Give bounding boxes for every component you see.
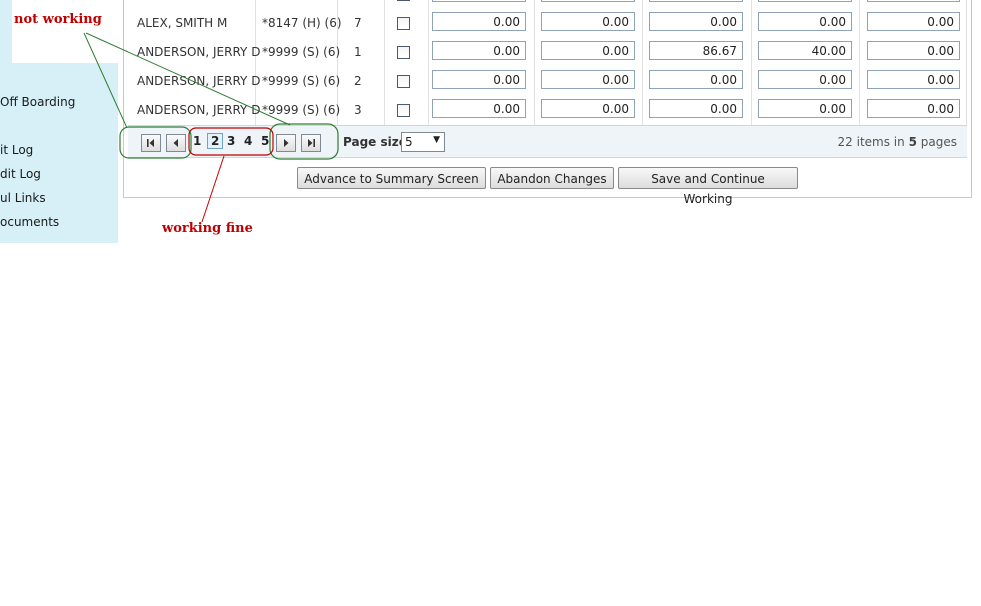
pager-info: 22 items in 5 pages	[838, 135, 957, 149]
amount-field[interactable]	[867, 0, 960, 2]
sequence-number: 1	[354, 45, 362, 59]
amount-field[interactable]: 86.67	[649, 41, 743, 60]
last-page-icon	[308, 139, 315, 147]
page-size-select[interactable]: 5 ▼	[401, 132, 445, 152]
table-row: ANDERSON, JERRY D *9999 (S) (6) 3 0.00 0…	[128, 96, 967, 125]
amount-field[interactable]: 0.00	[432, 99, 526, 118]
employee-name: ANDERSON, JERRY D	[137, 45, 261, 59]
next-page-button[interactable]	[276, 134, 296, 152]
last-page-button[interactable]	[301, 134, 321, 152]
sidebar-item-off-boarding[interactable]: Off Boarding	[0, 95, 75, 109]
row-checkbox[interactable]	[397, 75, 410, 88]
amount-field[interactable]	[649, 0, 743, 2]
sidebar-item-edit-log[interactable]: it Log	[0, 143, 33, 157]
sidebar: Off Boarding it Log dit Log ul Links ocu…	[0, 0, 118, 243]
sequence-number: 3	[354, 103, 362, 117]
sidebar-item-useful-links[interactable]: ul Links	[0, 191, 46, 205]
chevron-down-icon: ▼	[433, 135, 440, 145]
amount-field[interactable]: 0.00	[649, 12, 743, 31]
amount-field[interactable]: 0.00	[758, 99, 852, 118]
amount-field[interactable]: 0.00	[758, 70, 852, 89]
page-link-current[interactable]: 2	[207, 133, 224, 149]
advance-summary-button[interactable]: Advance to Summary Screen	[297, 167, 486, 189]
amount-field[interactable]: 0.00	[432, 41, 526, 60]
annotation-not-working: not working	[14, 12, 102, 27]
row-checkbox[interactable]	[397, 0, 410, 1]
page-size-value: 5	[405, 135, 413, 149]
employee-name: ANDERSON, JERRY D	[137, 103, 261, 117]
pager-page-count: 5	[908, 135, 917, 149]
table-row: ANDERSON, JERRY D *9999 (S) (6) 1 0.00 0…	[128, 38, 967, 67]
prev-page-button[interactable]	[166, 134, 186, 152]
row-checkbox[interactable]	[397, 46, 410, 59]
amount-field[interactable]: 0.00	[541, 41, 635, 60]
amount-field[interactable]: 0.00	[649, 99, 743, 118]
amount-field[interactable]: 0.00	[432, 12, 526, 31]
page-link[interactable]: 3	[227, 134, 235, 148]
amount-field[interactable]: 0.00	[867, 12, 960, 31]
table-row: ANDERSON, JERRY D *9999 (S) (6) 2 0.00 0…	[128, 67, 967, 96]
table-row: ALEX, SMITH M *8147 (H) (6) 7 0.00 0.00 …	[128, 9, 967, 38]
amount-field[interactable]: 0.00	[867, 99, 960, 118]
amount-field[interactable]: 0.00	[541, 99, 635, 118]
abandon-changes-button[interactable]: Abandon Changes	[490, 167, 614, 189]
sidebar-item-audit-log[interactable]: dit Log	[0, 167, 41, 181]
amount-field[interactable]	[432, 0, 526, 2]
employee-code: *8147 (H) (6)	[262, 16, 342, 30]
page-link[interactable]: 5	[261, 134, 269, 148]
row-checkbox[interactable]	[397, 17, 410, 30]
data-grid: ALEX, SMITH M *8147 (H) (6) 7 0.00 0.00 …	[128, 0, 967, 125]
sequence-number: 2	[354, 74, 362, 88]
annotation-box	[12, 0, 118, 63]
employee-code: *9999 (S) (6)	[262, 45, 341, 59]
amount-field[interactable]: 40.00	[758, 41, 852, 60]
employee-name: ANDERSON, JERRY D	[137, 74, 261, 88]
amount-field[interactable]: 0.00	[541, 12, 635, 31]
pager-info-suffix: pages	[920, 135, 957, 149]
employee-code: *9999 (S) (6)	[262, 74, 341, 88]
amount-field[interactable]: 0.00	[432, 70, 526, 89]
first-page-icon	[147, 139, 154, 147]
pager: 1 2 3 4 5 Page size: 5 ▼ 22 items in 5 p…	[128, 125, 967, 158]
first-page-button[interactable]	[141, 134, 161, 152]
employee-name: ALEX, SMITH M	[137, 16, 228, 30]
row-checkbox[interactable]	[397, 104, 410, 117]
amount-field[interactable]: 0.00	[541, 70, 635, 89]
amount-field[interactable]: 0.00	[867, 70, 960, 89]
amount-field[interactable]	[758, 0, 852, 2]
sequence-number: 7	[354, 16, 362, 30]
next-page-icon	[284, 139, 289, 147]
sidebar-item-documents[interactable]: ocuments	[0, 215, 59, 229]
prev-page-icon	[173, 139, 178, 147]
amount-field[interactable]	[541, 0, 635, 2]
pager-info-text: items in	[856, 135, 905, 149]
page-link[interactable]: 1	[193, 134, 201, 148]
table-row-partial	[128, 0, 967, 9]
amount-field[interactable]: 0.00	[867, 41, 960, 60]
pager-item-count: 22	[837, 135, 853, 149]
amount-field[interactable]: 0.00	[758, 12, 852, 31]
amount-field[interactable]: 0.00	[649, 70, 743, 89]
annotation-working-fine: working fine	[162, 221, 253, 236]
save-continue-button[interactable]: Save and Continue Working	[618, 167, 798, 206]
employee-code: *9999 (S) (6)	[262, 103, 341, 117]
grid-panel: ALEX, SMITH M *8147 (H) (6) 7 0.00 0.00 …	[123, 0, 972, 206]
page-link[interactable]: 4	[244, 134, 252, 148]
